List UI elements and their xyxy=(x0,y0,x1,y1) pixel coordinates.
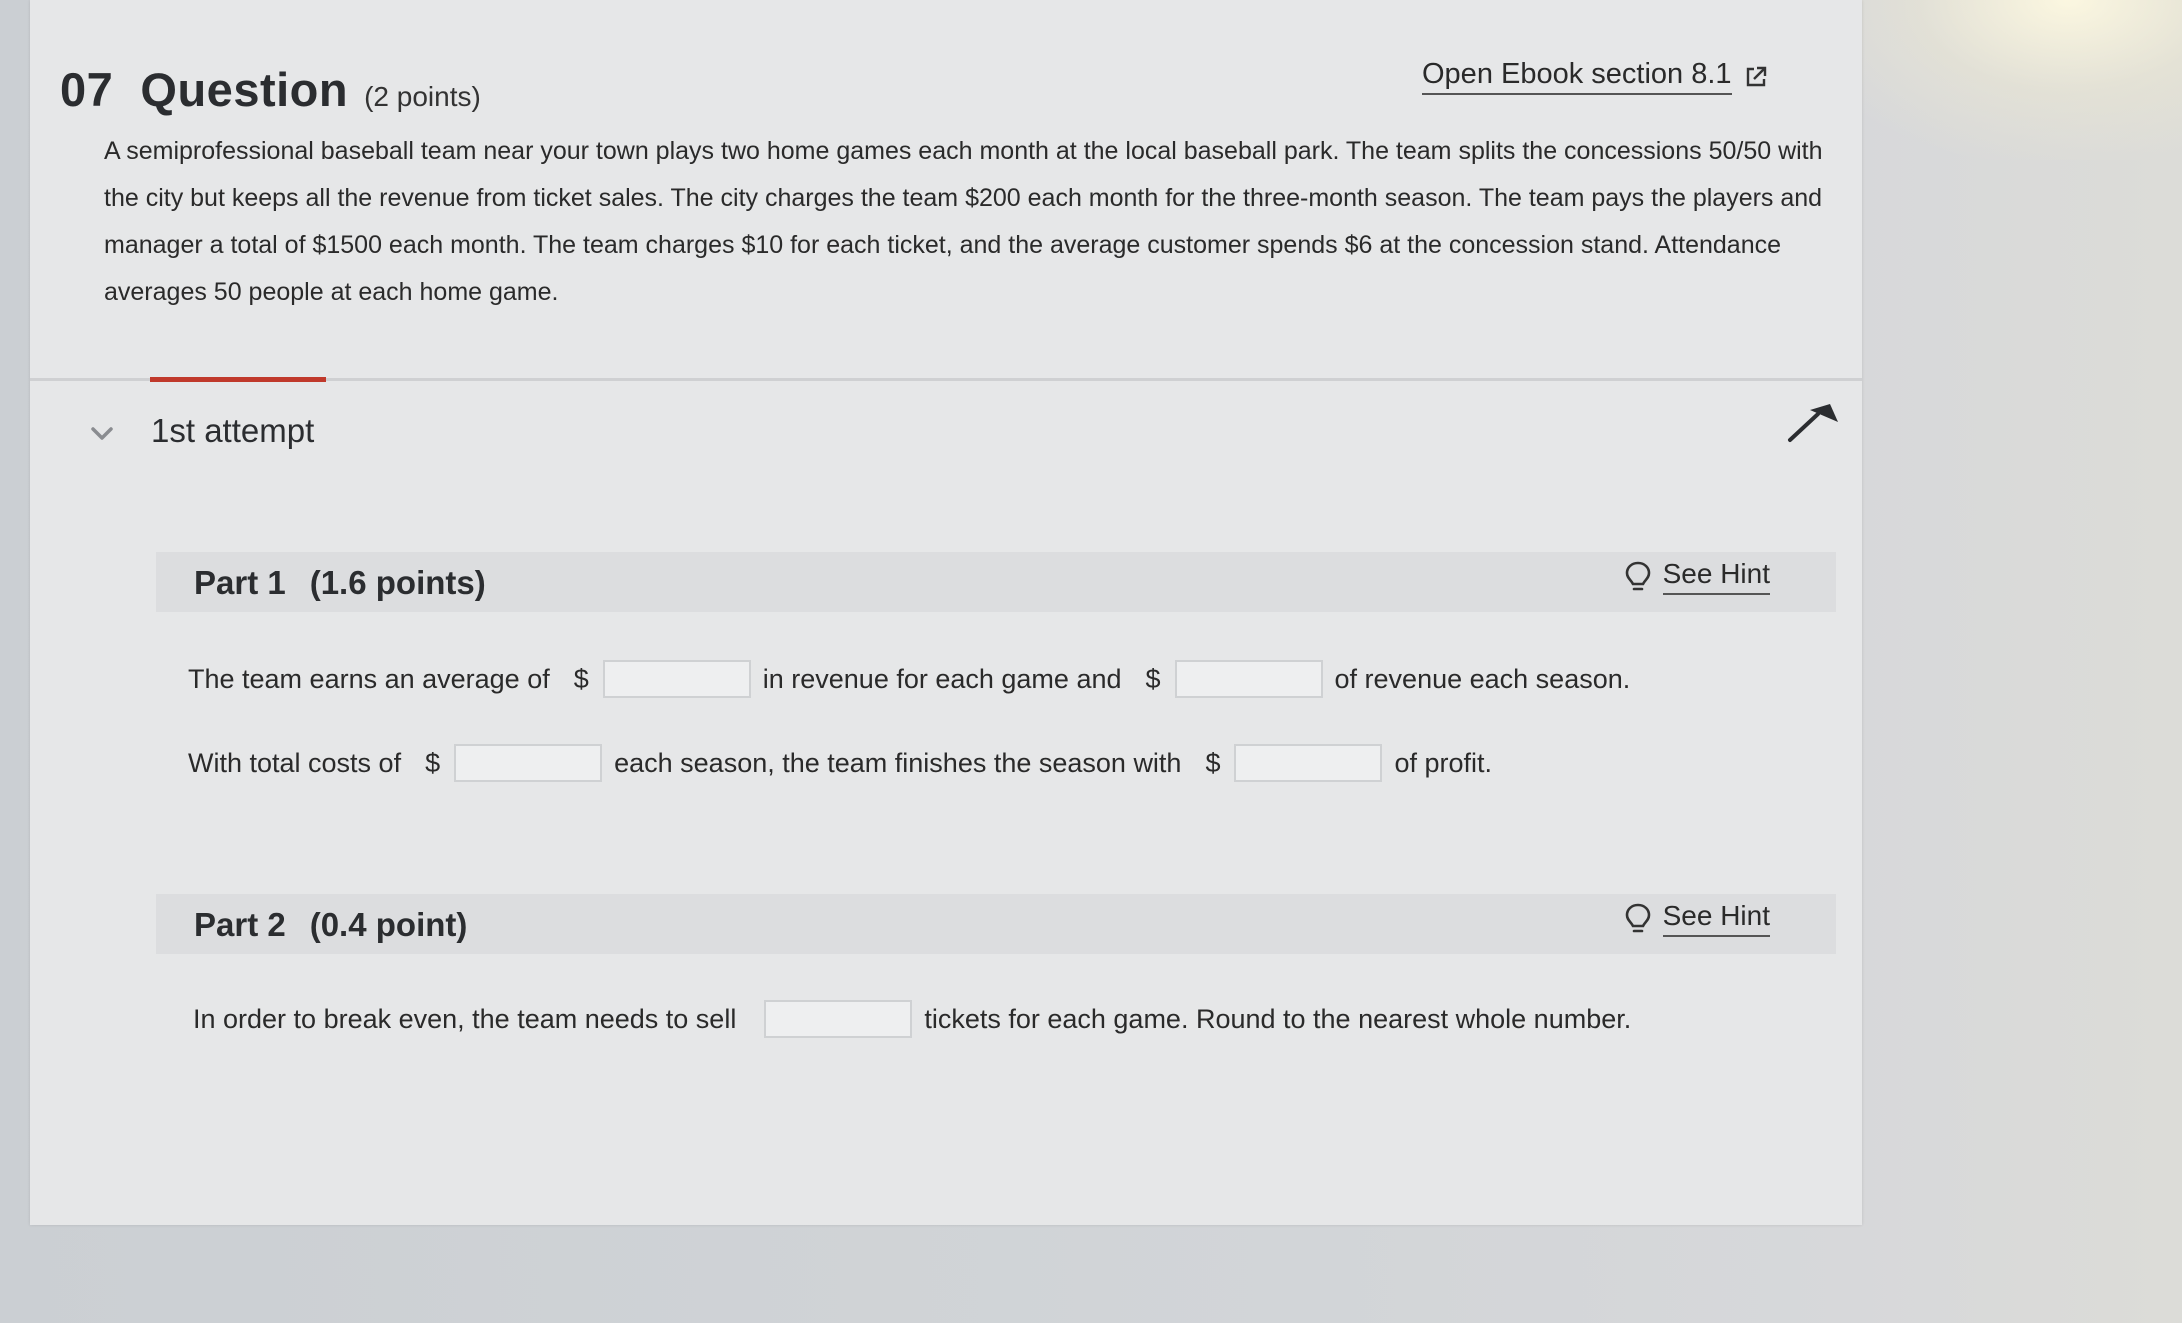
part1-header: Part 1 (1.6 points) See Hint xyxy=(156,552,1836,612)
part2-line1-text1: In order to break even, the team needs t… xyxy=(193,1003,737,1034)
profit-input[interactable] xyxy=(1234,744,1383,782)
currency-symbol: $ xyxy=(573,663,589,694)
part1-line1-text2: in revenue for each game and xyxy=(762,663,1122,694)
question-points: (2 points) xyxy=(364,81,481,112)
question-header: 07 Question (2 points) xyxy=(60,62,481,117)
active-tab-indicator xyxy=(150,377,326,382)
open-ebook-link[interactable]: Open Ebook section 8.1 xyxy=(1422,58,1768,95)
part2-line1: In order to break even, the team needs t… xyxy=(193,1000,1631,1038)
part2-header: Part 2 (0.4 point) See Hint xyxy=(156,894,1836,954)
part1-name: Part 1 xyxy=(194,564,286,601)
part1-title: Part 1 (1.6 points) xyxy=(194,564,486,602)
part1-line2-text1: With total costs of xyxy=(188,747,402,778)
part2-see-hint[interactable]: See Hint xyxy=(1625,900,1770,937)
revenue-per-season-input[interactable] xyxy=(1174,660,1323,698)
part1-line1: The team earns an average of $ in revenu… xyxy=(188,660,1630,698)
part2-hint-label[interactable]: See Hint xyxy=(1662,900,1770,937)
part1-see-hint[interactable]: See Hint xyxy=(1625,558,1770,595)
question-card: 07 Question (2 points) Open Ebook sectio… xyxy=(30,0,1862,1225)
lightbulb-icon[interactable] xyxy=(1625,903,1651,935)
chevron-down-icon[interactable] xyxy=(86,418,118,450)
question-number: 07 xyxy=(60,63,114,116)
part2-points: (0.4 point) xyxy=(309,906,468,943)
currency-symbol: $ xyxy=(1205,747,1221,778)
total-costs-input[interactable] xyxy=(454,744,603,782)
part2-name: Part 2 xyxy=(194,906,286,943)
question-prompt: A semiprofessional baseball team near yo… xyxy=(104,137,1823,306)
part1-line1-text1: The team earns an average of xyxy=(188,663,550,694)
part1-hint-label[interactable]: See Hint xyxy=(1662,558,1770,595)
part1-line2-text3: of profit. xyxy=(1394,747,1493,778)
currency-symbol: $ xyxy=(425,747,441,778)
question-word: Question xyxy=(140,63,349,116)
part2-title: Part 2 (0.4 point) xyxy=(194,906,467,944)
part1-line1-text3: of revenue each season. xyxy=(1334,663,1631,694)
attempt-label[interactable]: 1st attempt xyxy=(151,412,314,450)
pin-icon[interactable] xyxy=(1786,400,1842,448)
part1-points: (1.6 points) xyxy=(309,564,486,601)
part1-line2-text2: each season, the team finishes the seaso… xyxy=(614,747,1182,778)
question-title: 07 Question xyxy=(60,62,348,117)
external-link-icon[interactable] xyxy=(1744,65,1768,89)
revenue-per-game-input[interactable] xyxy=(602,660,751,698)
part2-line1-text2: tickets for each game. Round to the near… xyxy=(924,1003,1632,1034)
tickets-break-even-input[interactable] xyxy=(764,1000,913,1038)
lightbulb-icon[interactable] xyxy=(1625,561,1651,593)
open-ebook-label[interactable]: Open Ebook section 8.1 xyxy=(1422,58,1732,95)
currency-symbol: $ xyxy=(1145,663,1161,694)
part1-line2: With total costs of $ each season, the t… xyxy=(188,744,1492,782)
